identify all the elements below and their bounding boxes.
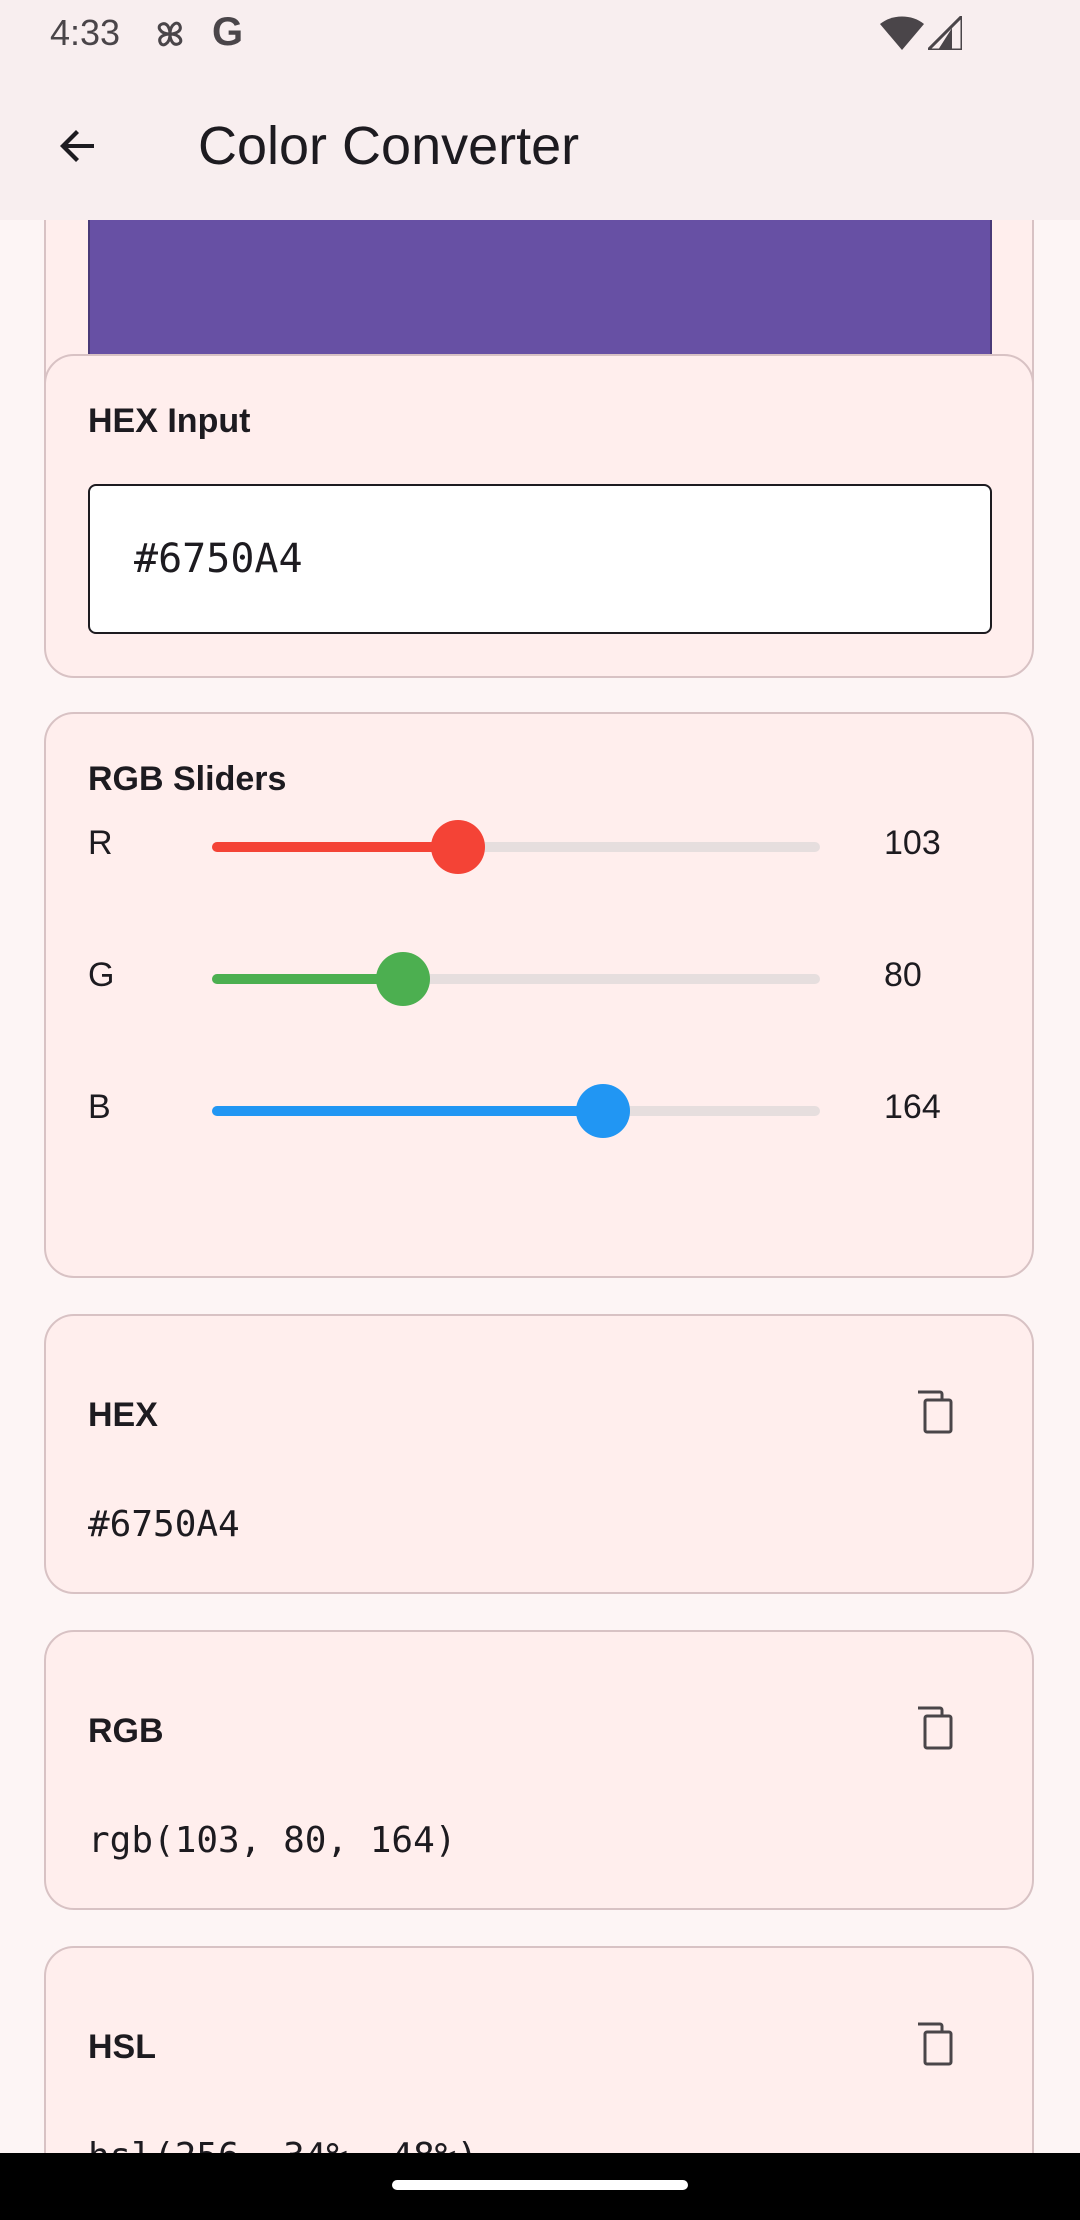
copy-icon (914, 1390, 953, 1434)
scroll-content[interactable]: HEX Input #6750A4 RGB Sliders R 103 G 80… (0, 220, 1080, 2153)
hsl-output-value: hsl(256, 34%, 48%) (88, 2136, 478, 2153)
slider-r-thumb[interactable] (430, 820, 485, 874)
slider-value-g: 80 (884, 956, 922, 994)
slider-label-g: G (88, 956, 115, 994)
system-nav-bar (0, 2153, 1080, 2220)
signal-icon (928, 16, 962, 50)
slider-b-thumb[interactable] (576, 1084, 631, 1138)
slider-b-fill (212, 1106, 604, 1116)
pinwheel-icon (157, 21, 183, 47)
slider-g-fill (212, 974, 403, 984)
hex-input-field[interactable]: #6750A4 (88, 484, 992, 634)
rgb-output-card: RGB rgb(103, 80, 164) (44, 1630, 1034, 1910)
google-icon: G (212, 10, 244, 54)
hex-output-card: HEX #6750A4 (44, 1314, 1034, 1594)
slider-r[interactable] (212, 820, 820, 874)
slider-g[interactable] (212, 952, 820, 1006)
hex-input-title: HEX Input (88, 402, 251, 440)
slider-value-r: 103 (884, 824, 941, 862)
slider-g-thumb[interactable] (375, 952, 430, 1006)
app-bar: Color Converter (0, 66, 1080, 220)
rgb-sliders-title: RGB Sliders (88, 760, 287, 798)
slider-b[interactable] (212, 1084, 820, 1138)
rgb-sliders-card: RGB Sliders R 103 G 80 B 164 (44, 712, 1034, 1278)
status-time: 4:33 (50, 12, 121, 53)
copy-rgb-button[interactable] (904, 1698, 964, 1758)
hex-output-title: HEX (88, 1396, 158, 1434)
rgb-output-title: RGB (88, 1712, 164, 1750)
slider-label-r: R (88, 824, 113, 862)
slider-label-b: B (88, 1088, 111, 1126)
copy-icon (914, 1706, 953, 1750)
slider-r-fill (212, 842, 458, 852)
hex-output-value: #6750A4 (88, 1504, 240, 1545)
arrow-back-icon (60, 130, 94, 162)
hsl-output-card: HSL hsl(256, 34%, 48%) (44, 1946, 1034, 2153)
page-title: Color Converter (198, 116, 580, 176)
copy-hex-button[interactable] (904, 1382, 964, 1442)
hsl-output-title: HSL (88, 2028, 156, 2066)
back-button[interactable] (40, 108, 116, 184)
copy-hsl-button[interactable] (904, 2014, 964, 2074)
slider-value-b: 164 (884, 1088, 941, 1126)
wifi-icon (880, 16, 924, 50)
hex-input-card: HEX Input #6750A4 (44, 354, 1034, 678)
status-bar: 4:33 G (0, 0, 1080, 66)
home-indicator[interactable] (392, 2180, 688, 2190)
rgb-output-value: rgb(103, 80, 164) (88, 1820, 457, 1861)
hex-input-value: #6750A4 (134, 536, 303, 582)
copy-icon (914, 2022, 953, 2066)
